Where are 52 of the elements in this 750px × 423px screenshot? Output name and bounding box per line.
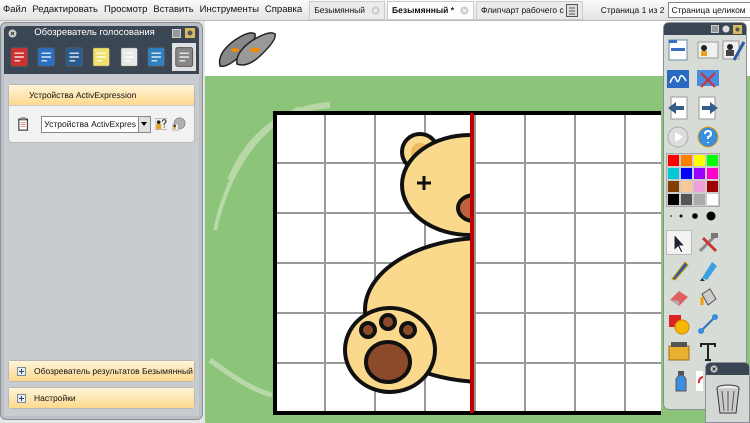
color-swatch[interactable]	[667, 193, 680, 206]
expand-icon	[17, 394, 26, 402]
pin-icon[interactable]	[733, 24, 742, 34]
document-tab[interactable]: Безымянный	[309, 0, 386, 20]
minimize-icon[interactable]	[172, 28, 181, 38]
section-header[interactable]: Обозреватель результатов Безымянный	[9, 361, 194, 381]
document-tab[interactable]: Флипчарт рабочего с	[476, 0, 583, 20]
menu-list-icon[interactable]	[666, 38, 690, 62]
device-select[interactable]: Устройства ActivExpres	[41, 116, 151, 132]
page-indicator: Страница 1 из 2	[600, 4, 664, 16]
trash-can-icon[interactable]	[714, 382, 740, 414]
user-help-icon[interactable]	[154, 115, 168, 133]
menu-item[interactable]: Справка	[262, 2, 306, 18]
color-swatch[interactable]	[680, 167, 693, 180]
document-tab[interactable]: Безымянный *	[387, 0, 474, 20]
color-swatch[interactable]	[693, 180, 706, 193]
next-page-icon[interactable]	[696, 96, 720, 120]
signature-icon[interactable]	[666, 67, 690, 91]
color-swatch[interactable]	[706, 193, 719, 206]
close-icon[interactable]	[8, 28, 17, 38]
menu-item[interactable]: Инструменты	[196, 2, 262, 18]
color-swatch[interactable]	[706, 154, 719, 167]
menu-item[interactable]: Редактировать	[29, 2, 101, 18]
dropdown-icon	[138, 116, 150, 132]
color-swatch[interactable]	[667, 154, 680, 167]
color-swatch[interactable]	[680, 180, 693, 193]
section-header[interactable]: Настройки	[9, 388, 194, 408]
color-swatch[interactable]	[693, 167, 706, 180]
zoom-select[interactable]: Страница целиком	[668, 2, 750, 18]
color-swatch[interactable]	[680, 193, 693, 206]
previous-page-icon[interactable]	[666, 96, 690, 120]
color-swatch[interactable]	[693, 193, 706, 206]
color-swatch[interactable]	[667, 180, 680, 193]
color-swatch[interactable]	[706, 167, 719, 180]
panel-title: Обозреватель голосования	[33, 26, 156, 40]
user-pen-icon[interactable]	[722, 38, 746, 62]
color-swatch[interactable]	[680, 154, 693, 167]
color-swatch[interactable]	[667, 167, 680, 180]
settings-icon[interactable]	[722, 25, 730, 33]
color-swatch[interactable]	[706, 180, 719, 193]
menu-item[interactable]: Файл	[0, 2, 30, 18]
pin-icon[interactable]	[185, 28, 195, 38]
menu-item[interactable]: Вставить	[150, 2, 197, 18]
expand-icon	[17, 366, 26, 376]
document-icon[interactable]	[566, 4, 578, 16]
rotate-icon[interactable]	[696, 369, 703, 393]
browser-tab-icon[interactable]	[172, 43, 196, 71]
section-header[interactable]: Устройства ActivExpression	[9, 85, 194, 105]
menu-item[interactable]: Просмотр	[100, 2, 150, 18]
color-swatch[interactable]	[693, 154, 706, 167]
close-icon[interactable]	[710, 365, 718, 373]
help-icon[interactable]	[696, 125, 720, 149]
